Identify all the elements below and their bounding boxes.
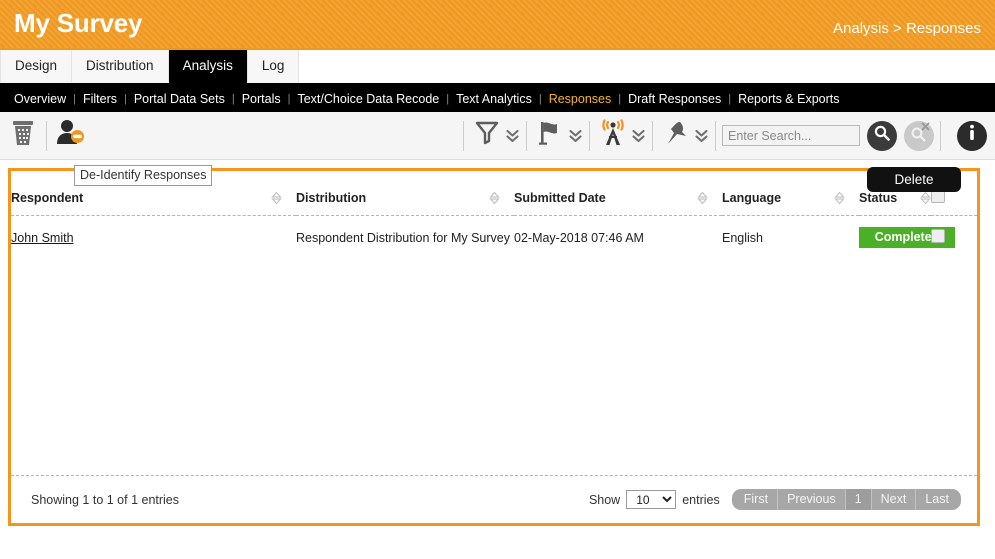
tab-log[interactable]: Log xyxy=(248,48,300,83)
tab-distribution[interactable]: Distribution xyxy=(72,48,169,83)
table-body: John Smith Respondent Distribution for M… xyxy=(11,216,977,260)
pagination-next[interactable]: Next xyxy=(872,489,917,510)
filter-button[interactable] xyxy=(470,118,504,154)
filter-group xyxy=(470,118,520,154)
tab-analysis[interactable]: Analysis xyxy=(169,48,248,83)
pagination-last[interactable]: Last xyxy=(916,489,961,510)
cell-submitted-date: 02-May-2018 07:46 AM xyxy=(514,216,722,260)
flag-dropdown-chevron[interactable] xyxy=(567,119,583,153)
trash-icon xyxy=(11,120,35,151)
sort-indicator-icon xyxy=(489,191,500,205)
subnav-item-draft-responses[interactable]: Draft Responses xyxy=(621,92,728,106)
de-identify-responses-button[interactable] xyxy=(53,118,87,154)
broadcast-tower-icon xyxy=(598,119,628,152)
tabbar-filler xyxy=(299,48,995,83)
sort-indicator-icon xyxy=(697,191,708,205)
cell-language: English xyxy=(722,216,859,260)
chevron-down-icon xyxy=(506,128,519,144)
breadcrumb: Analysis > Responses xyxy=(833,12,981,37)
cell-respondent: John Smith xyxy=(11,216,296,260)
broadcast-group xyxy=(596,118,646,154)
page-length-select[interactable]: 10 25 50 100 xyxy=(626,490,676,509)
pushpin-icon xyxy=(663,120,689,151)
cell-distribution: Respondent Distribution for My Survey xyxy=(296,216,514,260)
row-select-checkbox[interactable] xyxy=(931,229,945,243)
table-footer: Showing 1 to 1 of 1 entries Show 10 25 5… xyxy=(11,475,977,523)
main-tabs: Design Distribution Analysis Log xyxy=(0,48,995,85)
info-button[interactable] xyxy=(957,121,987,151)
app-header: My Survey Analysis > Responses xyxy=(0,0,995,48)
clear-search-icon xyxy=(908,122,930,149)
pagination-page-1[interactable]: 1 xyxy=(846,489,872,510)
de-identify-responses-icon xyxy=(55,119,85,152)
responses-panel: Delete Respondent xyxy=(8,168,980,526)
column-header-submitted-date[interactable]: Submitted Date xyxy=(514,171,722,216)
flag-group xyxy=(533,118,583,154)
toolbar-right-group xyxy=(457,118,995,154)
de-identify-tooltip: De-Identify Responses xyxy=(74,165,212,186)
table-row: John Smith Respondent Distribution for M… xyxy=(11,216,977,260)
toolbar-divider xyxy=(652,121,653,151)
column-label-language: Language xyxy=(722,191,781,205)
chevron-down-icon xyxy=(632,128,645,144)
subnav-item-text-analytics[interactable]: Text Analytics xyxy=(449,92,539,106)
column-header-language[interactable]: Language xyxy=(722,171,859,216)
toolbar-divider xyxy=(526,121,527,151)
column-label-submitted-date: Submitted Date xyxy=(514,191,606,205)
page-title: My Survey xyxy=(14,10,142,38)
funnel-icon xyxy=(475,120,499,151)
toolbar-left-group xyxy=(0,118,87,154)
entries-label: entries xyxy=(682,493,720,507)
sub-navigation: Overview | Filters | Portal Data Sets | … xyxy=(0,85,995,112)
broadcast-button[interactable] xyxy=(596,118,630,154)
column-label-respondent: Respondent xyxy=(11,191,83,205)
subnav-item-overview[interactable]: Overview xyxy=(7,92,73,106)
subnav-item-portals[interactable]: Portals xyxy=(235,92,288,106)
flag-button[interactable] xyxy=(533,118,567,154)
pagination-first[interactable]: First xyxy=(732,489,778,510)
pin-button[interactable] xyxy=(659,118,693,154)
filter-dropdown-chevron[interactable] xyxy=(504,119,520,153)
column-header-distribution[interactable]: Distribution xyxy=(296,171,514,216)
chevron-down-icon xyxy=(569,128,582,144)
toolbar-divider xyxy=(463,121,464,151)
toolbar-divider xyxy=(715,121,716,151)
flag-icon xyxy=(538,120,562,151)
cell-status: Completed xyxy=(859,216,931,260)
broadcast-dropdown-chevron[interactable] xyxy=(630,119,646,153)
pagination-previous[interactable]: Previous xyxy=(778,489,846,510)
delete-responses-button[interactable] xyxy=(6,118,40,154)
sort-indicator-icon xyxy=(834,191,845,205)
pin-group xyxy=(659,118,709,154)
subnav-item-portal-data-sets[interactable]: Portal Data Sets xyxy=(127,92,232,106)
clear-search-button[interactable] xyxy=(904,121,934,151)
entries-info: Showing 1 to 1 of 1 entries xyxy=(31,493,179,507)
search-button[interactable] xyxy=(867,121,897,151)
column-label-status: Status xyxy=(859,191,897,205)
search-icon xyxy=(873,124,891,147)
chevron-down-icon xyxy=(695,128,708,144)
subnav-item-filters[interactable]: Filters xyxy=(76,92,124,106)
action-toolbar xyxy=(0,112,995,160)
subnav-item-reports-exports[interactable]: Reports & Exports xyxy=(731,92,846,106)
info-icon xyxy=(959,120,985,151)
toolbar-divider xyxy=(589,121,590,151)
subnav-item-text-choice-data-recode[interactable]: Text/Choice Data Recode xyxy=(290,92,446,106)
toolbar-divider xyxy=(940,121,941,151)
column-label-distribution: Distribution xyxy=(296,191,366,205)
pagination-area: Show 10 25 50 100 entries First Previous… xyxy=(589,489,961,510)
pagination-buttons: First Previous 1 Next Last xyxy=(732,489,961,510)
subnav-item-responses[interactable]: Responses xyxy=(542,92,619,106)
pin-dropdown-chevron[interactable] xyxy=(693,119,709,153)
tab-design[interactable]: Design xyxy=(0,48,72,83)
show-label: Show xyxy=(589,493,620,507)
toolbar-divider xyxy=(46,121,47,151)
sort-indicator-icon xyxy=(271,191,282,205)
delete-button[interactable]: Delete xyxy=(867,167,961,192)
search-input[interactable] xyxy=(722,125,860,146)
respondent-link[interactable]: John Smith xyxy=(11,231,74,245)
sort-indicator-icon xyxy=(920,191,931,205)
